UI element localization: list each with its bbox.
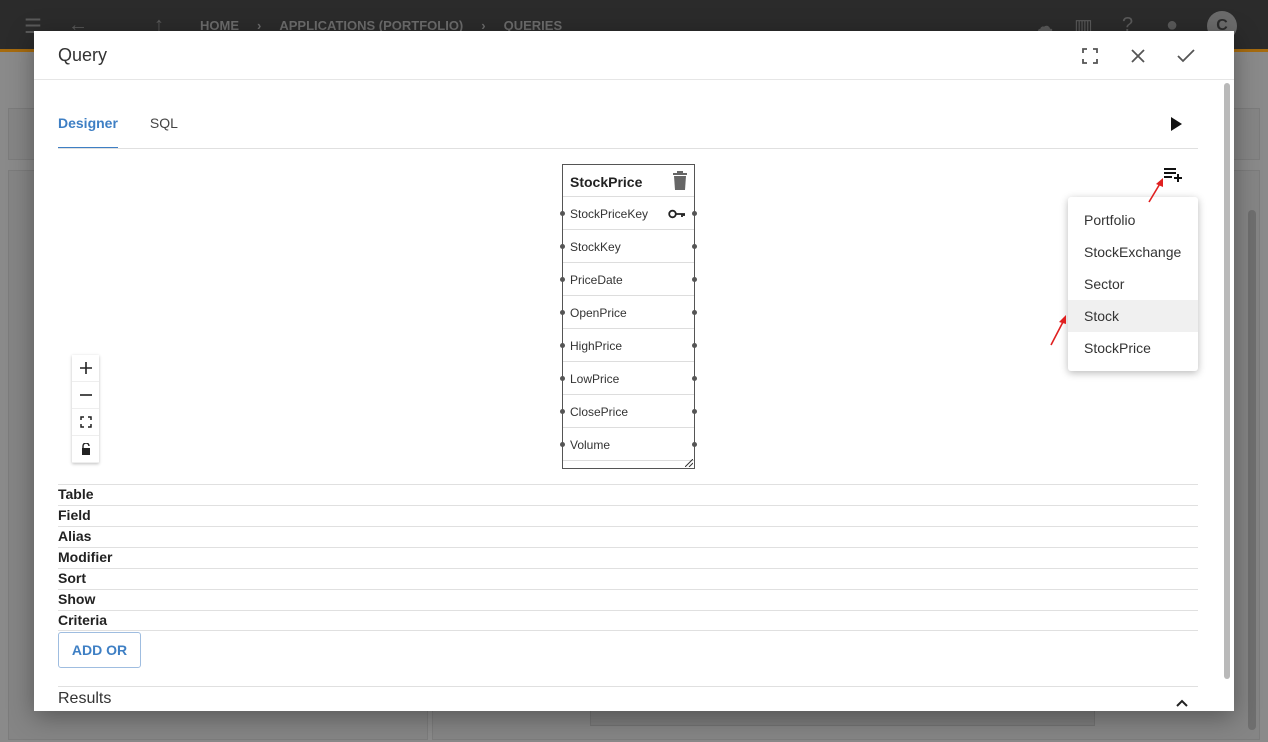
field-label: Volume xyxy=(570,438,611,452)
field-row[interactable]: ClosePrice xyxy=(560,395,697,428)
field-label: PriceDate xyxy=(570,273,623,287)
field-row[interactable]: HighPrice xyxy=(560,329,697,362)
dialog-scrollbar[interactable] xyxy=(1222,81,1232,711)
resize-handle-icon[interactable] xyxy=(685,459,693,467)
fullscreen-button[interactable] xyxy=(1076,42,1104,70)
grid-row-modifier: Modifier xyxy=(58,547,1198,568)
field-label: StockKey xyxy=(570,240,621,254)
grid-row-alias: Alias xyxy=(58,526,1198,547)
key-icon xyxy=(668,209,685,219)
field-label: StockPriceKey xyxy=(570,207,649,221)
zoom-out-button[interactable] xyxy=(72,382,99,409)
chevron-up-icon[interactable] xyxy=(1174,695,1190,711)
zoom-in-button[interactable] xyxy=(72,355,99,382)
field-row[interactable]: LowPrice xyxy=(560,362,697,395)
field-row[interactable]: StockPriceKey xyxy=(560,197,697,230)
check-icon xyxy=(1177,49,1195,63)
grid-row-show: Show xyxy=(58,589,1198,610)
lock-toggle-button[interactable] xyxy=(72,436,99,463)
field-label: ClosePrice xyxy=(570,405,629,419)
fit-screen-button[interactable] xyxy=(72,409,99,436)
field-row[interactable]: PriceDate xyxy=(560,263,697,296)
grid-row-criteria: Criteria xyxy=(58,610,1198,631)
field-label: HighPrice xyxy=(570,339,623,353)
lock-open-icon xyxy=(81,443,90,455)
minus-icon xyxy=(79,394,92,396)
fullscreen-icon xyxy=(1082,48,1098,64)
close-button[interactable] xyxy=(1124,42,1152,70)
criteria-grid: Table Field Alias Modifier Sort Show Cri… xyxy=(58,484,1198,631)
confirm-button[interactable] xyxy=(1172,42,1200,70)
add-or-button[interactable]: ADD OR xyxy=(58,632,141,668)
dialog-title: Query xyxy=(58,45,108,65)
scrollbar-thumb[interactable] xyxy=(1224,83,1230,679)
background-scrollbar xyxy=(1248,210,1256,730)
annotation-arrow-icon xyxy=(1148,178,1163,203)
zoom-controls xyxy=(72,355,99,463)
menu-item-portfolio[interactable]: Portfolio xyxy=(1068,204,1198,236)
add-table-menu: Portfolio StockExchange Sector Stock Sto… xyxy=(1068,197,1198,371)
query-dialog: Query Designer SQL StockPrice StockPrice… xyxy=(34,31,1234,711)
menu-item-stock[interactable]: Stock xyxy=(1068,300,1198,332)
trash-icon xyxy=(673,171,687,190)
results-section: Results xyxy=(58,686,1198,707)
field-label: OpenPrice xyxy=(570,306,627,320)
results-label: Results xyxy=(58,690,112,707)
field-row[interactable]: OpenPrice xyxy=(560,296,697,329)
menu-item-stockexchange[interactable]: StockExchange xyxy=(1068,236,1198,268)
annotation-arrow-icon xyxy=(1050,315,1066,346)
field-row[interactable]: Volume xyxy=(560,428,697,461)
menu-item-sector[interactable]: Sector xyxy=(1068,268,1198,300)
field-row[interactable]: StockKey xyxy=(560,230,697,263)
table-box-stockprice[interactable]: StockPrice StockPriceKey StockKey PriceD… xyxy=(560,164,697,469)
run-query-button[interactable] xyxy=(1164,113,1186,135)
grid-row-field: Field xyxy=(58,505,1198,526)
table-name: StockPrice xyxy=(570,174,643,190)
table-box-header[interactable]: StockPrice xyxy=(563,165,694,197)
dialog-header: Query xyxy=(34,31,1234,80)
delete-table-button[interactable] xyxy=(671,171,689,191)
plus-icon xyxy=(79,362,92,374)
menu-item-stockprice[interactable]: StockPrice xyxy=(1068,332,1198,364)
grid-row-table: Table xyxy=(58,484,1198,505)
close-icon xyxy=(1131,49,1145,63)
grid-row-sort: Sort xyxy=(58,568,1198,589)
fit-screen-icon xyxy=(79,416,92,428)
tab-designer[interactable]: Designer xyxy=(58,113,118,149)
play-icon xyxy=(1171,117,1182,131)
tab-sql[interactable]: SQL xyxy=(150,113,178,149)
tab-bar: Designer SQL xyxy=(58,113,178,149)
field-label: LowPrice xyxy=(570,372,620,386)
